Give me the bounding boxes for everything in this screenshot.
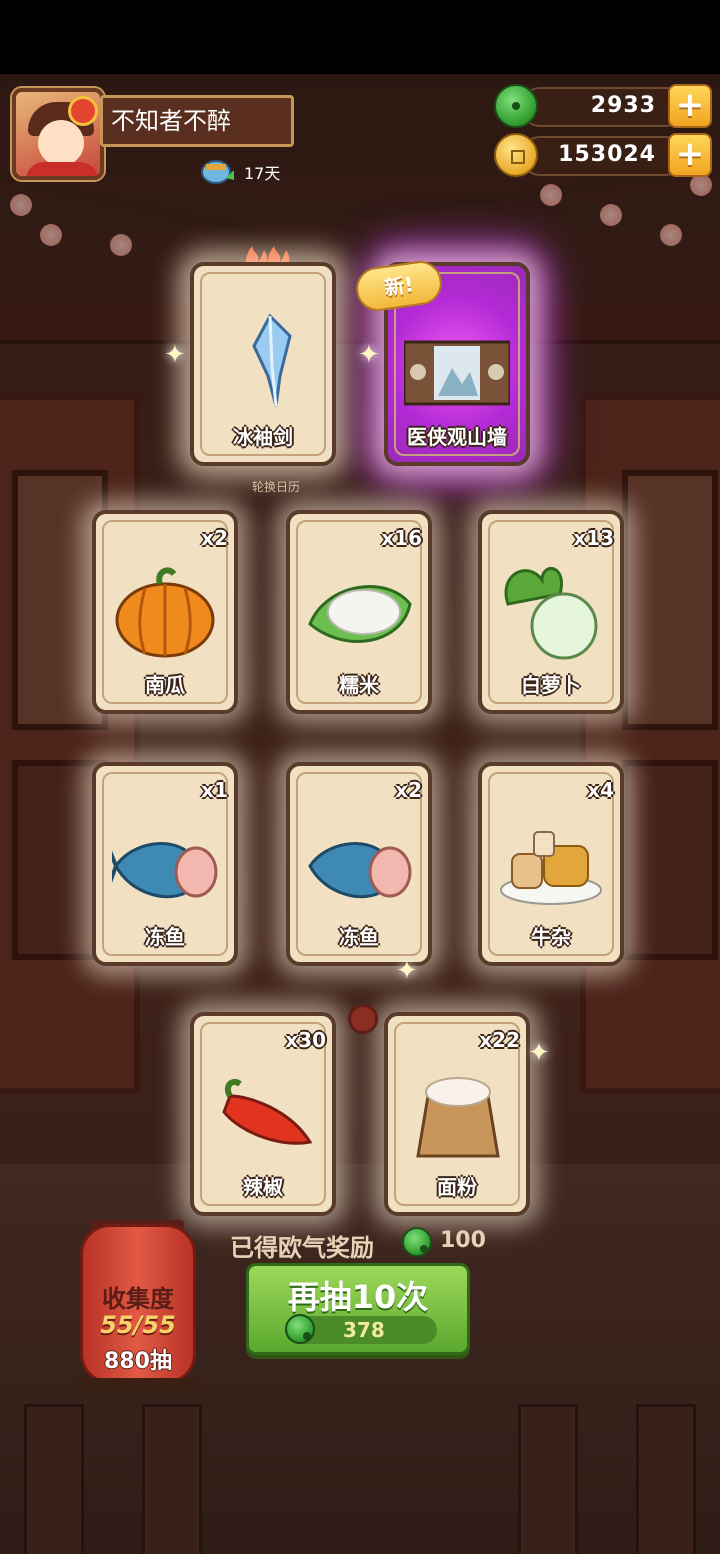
card-count: x4 bbox=[587, 778, 614, 802]
add-jade-button[interactable]: + bbox=[668, 84, 712, 128]
ice-sword-icon bbox=[252, 313, 292, 407]
sparkle-icon: ✦ bbox=[528, 1038, 550, 1068]
flour-sack-icon bbox=[416, 1077, 500, 1158]
jade-icon bbox=[402, 1227, 432, 1257]
card-count: x2 bbox=[395, 778, 422, 802]
card-count: x1 bbox=[201, 778, 228, 802]
card-label: 医侠观山墙 bbox=[407, 425, 507, 449]
chili-icon bbox=[222, 1078, 313, 1145]
luck-reward-label: 已得欧气奖励 bbox=[230, 1234, 374, 1262]
collection-lantern[interactable]: 收集度 55/55 880抽 bbox=[80, 1224, 196, 1384]
card-count: x22 bbox=[479, 1028, 520, 1052]
player-name: 不知者不醉 bbox=[100, 95, 294, 147]
jade-balance-bar: 2933 bbox=[520, 87, 686, 127]
item-card-pumpkin[interactable]: x2 南瓜 bbox=[92, 510, 238, 714]
coin-balance-bar: 153024 bbox=[520, 136, 686, 176]
card-label: 辣椒 bbox=[243, 1175, 283, 1199]
card-label: 冰袖剑 bbox=[233, 425, 293, 449]
card-label: 南瓜 bbox=[145, 673, 185, 697]
calendar-days-icon bbox=[201, 160, 234, 184]
white-radish-icon bbox=[504, 567, 598, 660]
beef-offal-icon bbox=[500, 831, 602, 905]
draw-again-label: 再抽10次 bbox=[287, 1278, 429, 1316]
jade-icon bbox=[285, 1314, 315, 1344]
card-label: 白萝卜 bbox=[521, 673, 581, 697]
card-count: x16 bbox=[381, 526, 422, 550]
card-count: x13 bbox=[573, 526, 614, 550]
card-label: 冻鱼 bbox=[145, 925, 185, 949]
card-count: x30 bbox=[285, 1028, 326, 1052]
sparkle-icon: ✦ bbox=[164, 340, 186, 370]
featured-card-ice-sword[interactable]: 冰袖剑 bbox=[190, 262, 336, 466]
item-card-flour[interactable]: x22 面粉 bbox=[384, 1012, 530, 1216]
collection-progress: 55/55 bbox=[100, 1311, 176, 1339]
item-card-white-radish[interactable]: x13 白萝卜 bbox=[478, 510, 624, 714]
item-card-frozen-fish-2[interactable]: x2 冻鱼 bbox=[286, 762, 432, 966]
status-bar bbox=[0, 0, 720, 74]
frozen-fish-icon bbox=[112, 842, 218, 899]
coin-icon bbox=[494, 133, 538, 177]
jade-icon bbox=[494, 84, 538, 128]
item-card-frozen-fish-1[interactable]: x1 冻鱼 bbox=[92, 762, 238, 966]
item-card-beef-offal[interactable]: x4 牛杂 bbox=[478, 762, 624, 966]
item-card-chili[interactable]: x30 辣椒 bbox=[190, 1012, 336, 1216]
collection-draws: 880抽 bbox=[104, 1349, 172, 1374]
luck-reward-value: 100 bbox=[440, 1228, 486, 1253]
add-coins-button[interactable]: + bbox=[668, 133, 712, 177]
jade-balance: 2933 bbox=[590, 93, 656, 118]
wall-painting-icon bbox=[404, 340, 510, 406]
frozen-fish-icon bbox=[308, 842, 412, 899]
days-count: 17天 bbox=[244, 164, 281, 183]
item-card-glutinous-rice[interactable]: x16 糯米 bbox=[286, 510, 432, 714]
collection-title: 收集度 bbox=[102, 1285, 174, 1313]
card-label: 面粉 bbox=[437, 1175, 477, 1199]
card-label: 糯米 bbox=[339, 673, 379, 697]
glutinous-rice-icon bbox=[308, 585, 412, 643]
draw-again-button[interactable]: 再抽10次 378 bbox=[246, 1263, 470, 1355]
card-count: x2 bbox=[201, 526, 228, 550]
target-marker-icon bbox=[348, 1004, 378, 1034]
card-label: 冻鱼 bbox=[339, 925, 379, 949]
sparkle-icon: ✦ bbox=[358, 340, 380, 370]
rotation-calendar-label: 轮换日历 bbox=[251, 480, 300, 494]
lantern-stand bbox=[76, 1378, 200, 1394]
player-avatar[interactable] bbox=[12, 88, 104, 180]
sparkle-icon: ✦ bbox=[396, 956, 418, 986]
coin-balance: 153024 bbox=[558, 142, 656, 167]
pumpkin-icon bbox=[115, 567, 215, 658]
card-label: 牛杂 bbox=[531, 925, 571, 949]
draw-cost: 378 bbox=[343, 1318, 385, 1342]
